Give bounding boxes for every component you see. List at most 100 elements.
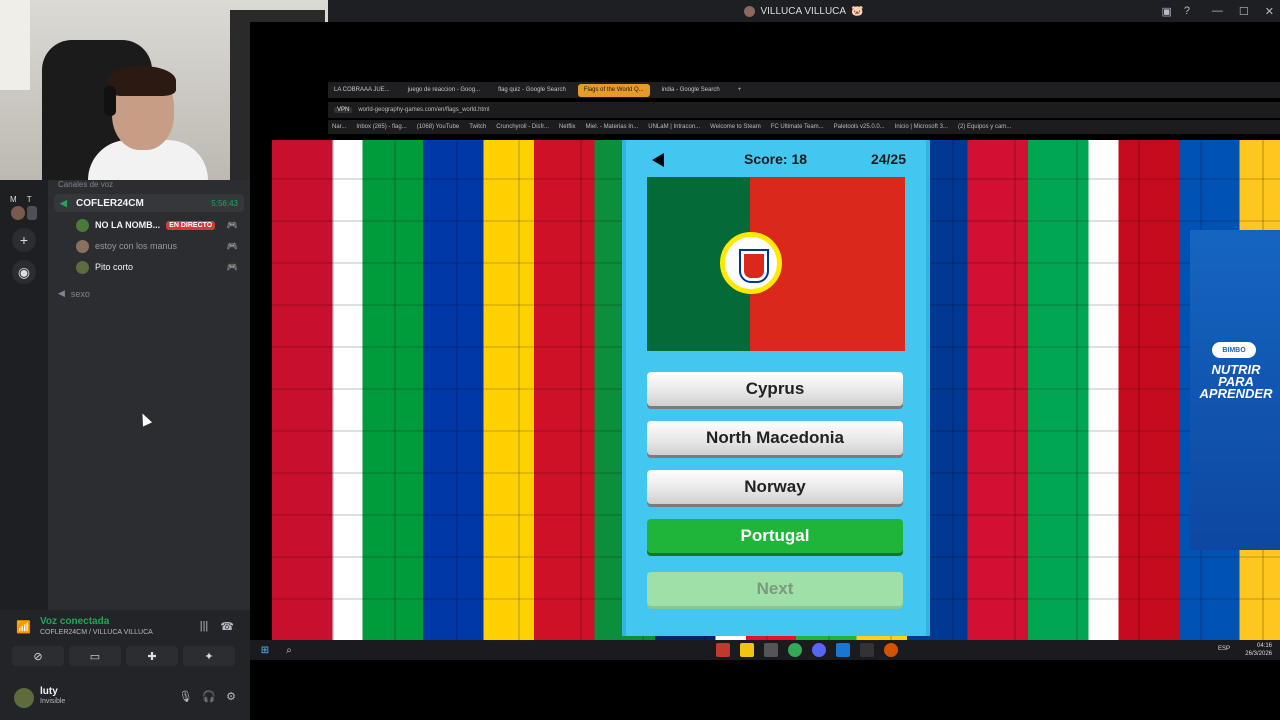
voice-channel-name: sexo (70, 288, 90, 299)
user-name: luty (40, 686, 58, 697)
voice-channel-other[interactable]: ◀ sexo (58, 288, 90, 299)
bookmark[interactable]: Crunchyroll - Disfr... (496, 124, 549, 130)
user-bar: luty Invisible 🎙 🎧 ⚙ (0, 676, 250, 720)
webcam-person-hair (108, 66, 176, 96)
new-tab-icon[interactable]: + (732, 84, 748, 97)
window-title-text: VILLUCA VILLUCA (760, 5, 847, 17)
taskbar-app-icon[interactable] (836, 643, 850, 657)
question-progress: 24/25 (870, 151, 906, 167)
bookmark[interactable]: Miel. - Materias In... (586, 124, 639, 130)
bookmark[interactable]: (1068) YouTube (417, 124, 459, 130)
noise-icon[interactable]: ||| (200, 620, 209, 633)
search-icon[interactable]: ⌕ (282, 643, 296, 657)
bookmark[interactable]: Welcome to Steam (710, 124, 761, 130)
voice-status: Voz conectada (40, 616, 110, 627)
vpn-badge[interactable]: VPN (334, 107, 353, 113)
quiz-panel: Score: 18 24/25 Cyprus North Macedonia N… (622, 140, 930, 636)
member-row[interactable]: estoy con los manus (76, 237, 177, 255)
discord-icon[interactable] (812, 643, 826, 657)
window-title: VILLUCA VILLUCA 🐷 (744, 5, 864, 17)
disconnect-icon[interactable]: ☎ (220, 620, 234, 633)
browser-tab[interactable]: LA COBRAAA JUE... (328, 84, 396, 97)
server-icon[interactable] (27, 206, 37, 220)
browser-tab[interactable]: india - Google Search (656, 84, 726, 97)
file-explorer-icon[interactable] (740, 643, 754, 657)
clock-time: 04:16 (1256, 643, 1272, 649)
webcam-headphones (104, 86, 116, 116)
activities-button[interactable]: ✚ (126, 646, 178, 666)
answer-option[interactable]: Cyprus (647, 372, 903, 406)
add-server-icon[interactable]: + (12, 228, 36, 252)
ad-banner[interactable]: BIMBO NUTRIR PARA APRENDER (1190, 230, 1280, 550)
bookmark[interactable]: Inbox (265) - flag... (356, 124, 406, 130)
bookmark[interactable]: (2) Equipos y cam... (958, 124, 1011, 130)
mic-icon[interactable]: 🎙 (178, 690, 192, 703)
portugal-flag-image (647, 177, 905, 351)
flag-emblem (720, 232, 782, 294)
webcam-shelf (0, 0, 30, 90)
signal-icon[interactable]: 📶 (16, 620, 31, 634)
address-bar[interactable]: VPN world-geography-games.com/en/flags_w… (328, 102, 1280, 118)
headphones-icon[interactable]: 🎧 (202, 690, 216, 703)
bookmark[interactable]: Twitch (469, 124, 486, 130)
member-name: estoy con los manus (95, 241, 178, 251)
taskbar-app-icon[interactable] (884, 643, 898, 657)
help-icon[interactable]: ? (1184, 5, 1190, 17)
channel-list: Canales de voz ◀ COFLER24CM 5:56:43 NO L… (48, 180, 250, 610)
member-row[interactable]: NO LA NOMB... EN DIRECTO (76, 216, 216, 234)
bookmark[interactable]: Nar... (332, 124, 346, 130)
controller-icon: 🎮 (226, 262, 238, 272)
voice-channel-name: COFLER24CM (76, 197, 144, 209)
taskbar-app-icon[interactable] (860, 643, 874, 657)
windows-start-icon[interactable]: ⊞ (258, 643, 272, 657)
chrome-icon[interactable] (788, 643, 802, 657)
soundboard-button[interactable]: ✦ (183, 646, 235, 666)
back-arrow-icon[interactable] (652, 153, 664, 167)
category-label[interactable]: Canales de voz (58, 180, 113, 189)
user-avatar[interactable] (14, 688, 34, 708)
member-avatar (76, 260, 89, 274)
controller-icon: 🎮 (226, 241, 238, 251)
bookmarks-bar: Nar... Inbox (265) - flag... (1068) YouT… (328, 120, 1280, 134)
next-button[interactable]: Next (647, 572, 903, 606)
member-name: NO LA NOMB... (95, 220, 161, 230)
taskbar-app-icon[interactable] (764, 643, 778, 657)
answer-option[interactable]: Norway (647, 470, 903, 504)
speaker-icon: ◀ (60, 198, 67, 208)
bookmark[interactable]: Netflix (559, 124, 576, 130)
settings-gear-icon[interactable]: ⚙ (226, 690, 236, 703)
minimize-button[interactable]: — (1212, 5, 1223, 17)
language-indicator[interactable]: ESP (1218, 646, 1230, 652)
answer-option[interactable]: North Macedonia (647, 421, 903, 455)
bookmark[interactable]: Inicio | Microsoft 3... (895, 124, 948, 130)
voice-channel[interactable]: ◀ COFLER24CM 5:56:43 (54, 194, 244, 212)
close-button[interactable]: ✕ (1265, 5, 1274, 18)
screen-share-button[interactable]: ▭ (69, 646, 121, 666)
maximize-button[interactable]: ☐ (1239, 5, 1249, 18)
taskbar-app-icon[interactable] (716, 643, 730, 657)
stream-view: LA COBRAAA JUE... juego de reaccion - Go… (250, 22, 1280, 660)
voice-sub: COFLER24CM / VILLUCA VILLUCA (40, 629, 153, 636)
browser-tab[interactable]: flag quiz - Google Search (492, 84, 572, 97)
bookmark[interactable]: FC Ultimate Team... (771, 124, 824, 130)
window-titlebar: VILLUCA VILLUCA 🐷 ▣ ? — ☐ ✕ (328, 0, 1280, 22)
bookmark[interactable]: Paletools v25.0.0... (834, 124, 885, 130)
voice-panel: 📶 Voz conectada COFLER24CM / VILLUCA VIL… (0, 610, 250, 720)
member-avatar (76, 218, 89, 232)
ad-brand: BIMBO (1212, 342, 1256, 358)
browser-tab[interactable]: juego de reaccion - Goog... (402, 84, 486, 97)
bookmark[interactable]: UNLaM | Intracon... (648, 124, 700, 130)
server-avatar[interactable] (11, 206, 25, 220)
windows-taskbar: ⊞ ⌕ ESP 04:16 26/3/2026 (250, 640, 1280, 660)
taskbar-clock[interactable]: 04:16 26/3/2026 (1245, 642, 1272, 658)
inbox-icon[interactable]: ▣ (1161, 5, 1171, 18)
url-text[interactable]: world-geography-games.com/en/flags_world… (358, 107, 489, 113)
ad-text: NUTRIR PARA APRENDER (1199, 362, 1273, 401)
camera-button[interactable]: ⊘ (12, 646, 64, 666)
user-status: Invisible (40, 698, 66, 705)
member-row[interactable]: Pito corto (76, 258, 133, 276)
explore-icon[interactable]: ◉ (12, 260, 36, 284)
browser-tab-active[interactable]: Flags of the World Q... (577, 83, 650, 97)
answer-option-correct[interactable]: Portugal (647, 519, 903, 553)
browser-tabs: LA COBRAAA JUE... juego de reaccion - Go… (328, 82, 1280, 98)
